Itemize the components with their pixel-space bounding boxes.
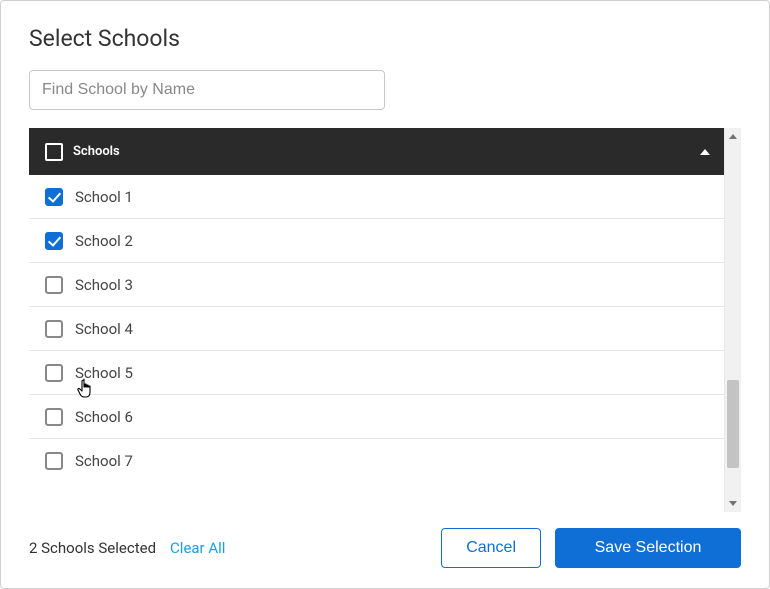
save-selection-button[interactable]: Save Selection <box>555 528 741 568</box>
search-input[interactable] <box>29 70 385 110</box>
row-checkbox[interactable] <box>45 320 63 338</box>
sort-asc-icon[interactable] <box>700 149 710 155</box>
chevron-down-icon <box>729 501 737 506</box>
scrollbar-thumb[interactable] <box>727 380 739 468</box>
row-label: School 7 <box>75 452 133 470</box>
table-body: School 1 School 2 School 3 School 4 Scho <box>29 175 724 483</box>
row-checkbox[interactable] <box>45 276 63 294</box>
row-label: School 6 <box>75 408 133 426</box>
table-row[interactable]: School 4 <box>29 307 724 351</box>
table-viewport: Schools School 1 School 2 School 3 <box>29 128 724 512</box>
table-row[interactable]: School 7 <box>29 439 724 483</box>
cancel-button[interactable]: Cancel <box>441 528 541 568</box>
search-wrap <box>1 62 769 128</box>
scrollbar-track[interactable] <box>725 145 741 495</box>
table-row[interactable]: School 1 <box>29 175 724 219</box>
scrollbar-down-button[interactable] <box>725 495 741 512</box>
row-checkbox[interactable] <box>45 364 63 382</box>
dialog-title: Select Schools <box>29 25 741 52</box>
chevron-up-icon <box>729 134 737 139</box>
row-label: School 2 <box>75 232 133 250</box>
row-checkbox[interactable] <box>45 452 63 470</box>
row-checkbox[interactable] <box>45 232 63 250</box>
row-label: School 3 <box>75 276 133 294</box>
row-label: School 1 <box>75 188 133 206</box>
row-checkbox[interactable] <box>45 188 63 206</box>
select-all-checkbox[interactable] <box>45 143 63 161</box>
table-row[interactable]: School 3 <box>29 263 724 307</box>
dialog-header: Select Schools <box>1 1 769 62</box>
schools-table: Schools School 1 School 2 School 3 <box>29 128 741 512</box>
row-label: School 5 <box>75 364 133 382</box>
table-row[interactable]: School 5 <box>29 351 724 395</box>
selection-status: 2 Schools Selected <box>29 539 156 557</box>
clear-all-link[interactable]: Clear All <box>170 539 225 557</box>
table-row[interactable]: School 2 <box>29 219 724 263</box>
dialog-footer: 2 Schools Selected Clear All Cancel Save… <box>1 512 769 588</box>
scrollbar-up-button[interactable] <box>725 128 741 145</box>
table-row[interactable]: School 6 <box>29 395 724 439</box>
row-label: School 4 <box>75 320 133 338</box>
scrollbar-vertical[interactable] <box>724 128 741 512</box>
column-header-schools: Schools <box>73 144 120 159</box>
table-header-row[interactable]: Schools <box>29 128 724 175</box>
row-checkbox[interactable] <box>45 408 63 426</box>
select-schools-dialog: Select Schools Schools School 1 School 2 <box>0 0 770 589</box>
